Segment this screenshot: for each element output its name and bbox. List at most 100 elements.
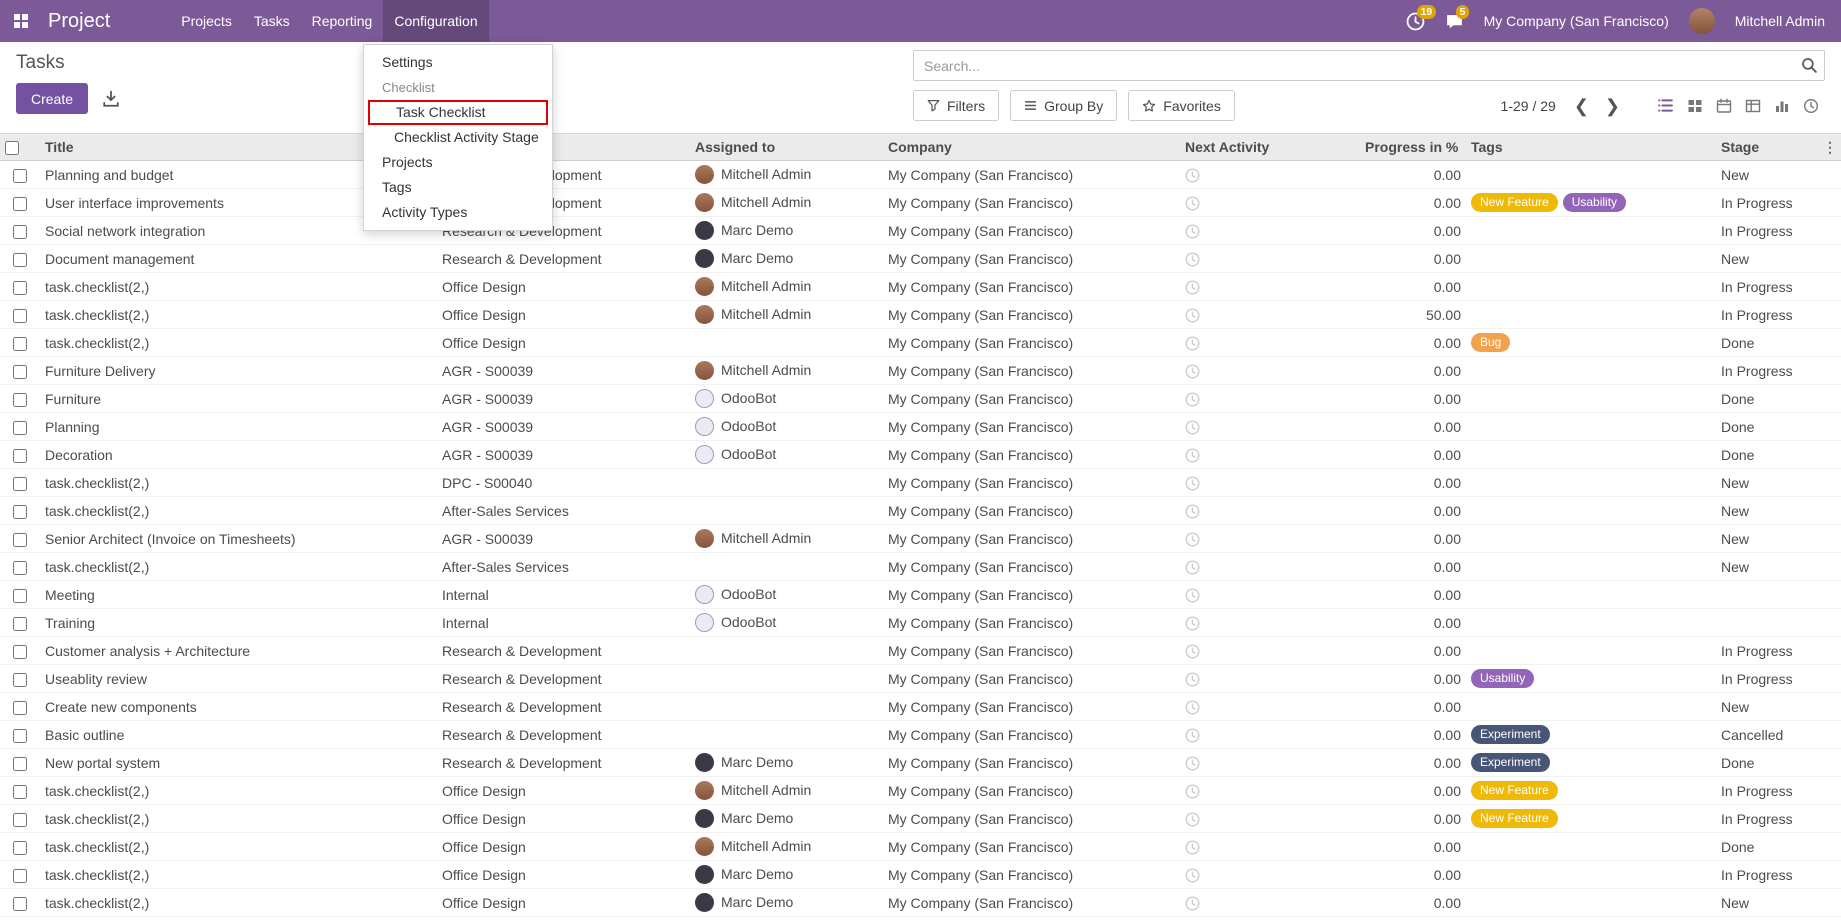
next-activity-cell[interactable] [1180, 329, 1360, 357]
progress-cell[interactable]: 0.00 [1360, 833, 1466, 861]
activities-icon[interactable]: 19 [1406, 12, 1425, 31]
pager-next-button[interactable]: ❯ [1597, 97, 1628, 115]
task-title-cell[interactable]: task.checklist(2,) [40, 861, 437, 889]
assignee-cell[interactable]: Marc Demo [690, 217, 883, 245]
task-title-cell[interactable]: task.checklist(2,) [40, 805, 437, 833]
project-cell[interactable]: After-Sales Services [437, 553, 690, 581]
row-checkbox[interactable] [13, 645, 27, 659]
project-cell[interactable]: Research & Development [437, 665, 690, 693]
row-checkbox[interactable] [13, 309, 27, 323]
table-row[interactable]: New portal system Research & Development… [0, 749, 1841, 777]
assignee-cell[interactable]: Mitchell Admin [690, 189, 883, 217]
assignee-cell[interactable] [690, 665, 883, 693]
progress-cell[interactable]: 0.00 [1360, 245, 1466, 273]
tags-cell[interactable] [1466, 441, 1716, 469]
nav-item-tasks[interactable]: Tasks [243, 0, 301, 42]
row-checkbox[interactable] [13, 841, 27, 855]
progress-cell[interactable]: 0.00 [1360, 217, 1466, 245]
table-row[interactable]: Decoration AGR - S00039 OdooBot My Compa… [0, 441, 1841, 469]
table-row[interactable]: task.checklist(2,) Office Design Mitchel… [0, 301, 1841, 329]
stage-cell[interactable]: In Progress [1716, 357, 1841, 385]
company-switcher[interactable]: My Company (San Francisco) [1484, 13, 1669, 29]
company-cell[interactable]: My Company (San Francisco) [883, 861, 1180, 889]
task-title-cell[interactable]: task.checklist(2,) [40, 889, 437, 917]
project-cell[interactable]: Internal [437, 581, 690, 609]
task-title-cell[interactable]: task.checklist(2,) [40, 273, 437, 301]
nav-item-configuration[interactable]: Configuration [383, 0, 488, 42]
next-activity-clock-icon[interactable] [1185, 728, 1200, 743]
menu-section-checklist[interactable]: Checklist [364, 75, 552, 100]
stage-cell[interactable]: New [1716, 553, 1841, 581]
column-header-company[interactable]: Company [883, 134, 1180, 161]
row-checkbox[interactable] [13, 785, 27, 799]
task-title-cell[interactable]: Furniture [40, 385, 437, 413]
company-cell[interactable]: My Company (San Francisco) [883, 889, 1180, 917]
project-cell[interactable]: AGR - S00039 [437, 413, 690, 441]
assignee-cell[interactable] [690, 329, 883, 357]
next-activity-clock-icon[interactable] [1185, 336, 1200, 351]
company-cell[interactable]: My Company (San Francisco) [883, 777, 1180, 805]
company-cell[interactable]: My Company (San Francisco) [883, 217, 1180, 245]
task-title-cell[interactable]: task.checklist(2,) [40, 329, 437, 357]
company-cell[interactable]: My Company (San Francisco) [883, 161, 1180, 189]
tags-cell[interactable] [1466, 161, 1716, 189]
assignee-cell[interactable] [690, 469, 883, 497]
company-cell[interactable]: My Company (San Francisco) [883, 721, 1180, 749]
row-checkbox[interactable] [13, 757, 27, 771]
search-icon[interactable] [1801, 57, 1818, 77]
next-activity-clock-icon[interactable] [1185, 812, 1200, 827]
table-row[interactable]: User interface improvements Research & D… [0, 189, 1841, 217]
row-checkbox[interactable] [13, 813, 27, 827]
row-checkbox[interactable] [13, 169, 27, 183]
project-cell[interactable]: AGR - S00039 [437, 525, 690, 553]
row-checkbox[interactable] [13, 449, 27, 463]
task-title-cell[interactable]: Create new components [40, 693, 437, 721]
next-activity-clock-icon[interactable] [1185, 560, 1200, 575]
progress-cell[interactable]: 0.00 [1360, 161, 1466, 189]
progress-cell[interactable]: 0.00 [1360, 441, 1466, 469]
table-row[interactable]: Document management Research & Developme… [0, 245, 1841, 273]
progress-cell[interactable]: 0.00 [1360, 805, 1466, 833]
row-checkbox[interactable] [13, 617, 27, 631]
progress-cell[interactable]: 50.00 [1360, 301, 1466, 329]
company-cell[interactable]: My Company (San Francisco) [883, 749, 1180, 777]
company-cell[interactable]: My Company (San Francisco) [883, 189, 1180, 217]
company-cell[interactable]: My Company (San Francisco) [883, 665, 1180, 693]
task-title-cell[interactable]: Basic outline [40, 721, 437, 749]
task-title-cell[interactable]: task.checklist(2,) [40, 833, 437, 861]
stage-cell[interactable]: New [1716, 161, 1841, 189]
assignee-cell[interactable]: OdooBot [690, 385, 883, 413]
stage-cell[interactable] [1716, 609, 1841, 637]
stage-cell[interactable]: In Progress [1716, 861, 1841, 889]
next-activity-clock-icon[interactable] [1185, 280, 1200, 295]
project-cell[interactable]: AGR - S00039 [437, 357, 690, 385]
optional-columns-toggle-icon[interactable]: ⋮ [1823, 138, 1837, 156]
tags-cell[interactable] [1466, 609, 1716, 637]
stage-cell[interactable]: Done [1716, 833, 1841, 861]
project-cell[interactable]: After-Sales Services [437, 497, 690, 525]
progress-cell[interactable]: 0.00 [1360, 189, 1466, 217]
favorites-button[interactable]: Favorites [1128, 90, 1235, 121]
project-cell[interactable]: Office Design [437, 805, 690, 833]
next-activity-cell[interactable] [1180, 385, 1360, 413]
stage-cell[interactable]: In Progress [1716, 217, 1841, 245]
nav-item-reporting[interactable]: Reporting [301, 0, 384, 42]
row-checkbox[interactable] [13, 533, 27, 547]
company-cell[interactable]: My Company (San Francisco) [883, 525, 1180, 553]
project-cell[interactable]: Office Design [437, 861, 690, 889]
tags-cell[interactable] [1466, 693, 1716, 721]
progress-cell[interactable]: 0.00 [1360, 637, 1466, 665]
next-activity-cell[interactable] [1180, 217, 1360, 245]
company-cell[interactable]: My Company (San Francisco) [883, 301, 1180, 329]
menu-item-settings[interactable]: Settings [364, 50, 552, 75]
next-activity-cell[interactable] [1180, 721, 1360, 749]
tags-cell[interactable] [1466, 637, 1716, 665]
stage-cell[interactable]: In Progress [1716, 805, 1841, 833]
view-switch-calendar-icon[interactable] [1709, 91, 1738, 120]
row-checkbox[interactable] [13, 253, 27, 267]
next-activity-cell[interactable] [1180, 833, 1360, 861]
company-cell[interactable]: My Company (San Francisco) [883, 469, 1180, 497]
progress-cell[interactable]: 0.00 [1360, 609, 1466, 637]
task-title-cell[interactable]: Useablity review [40, 665, 437, 693]
row-checkbox[interactable] [13, 365, 27, 379]
